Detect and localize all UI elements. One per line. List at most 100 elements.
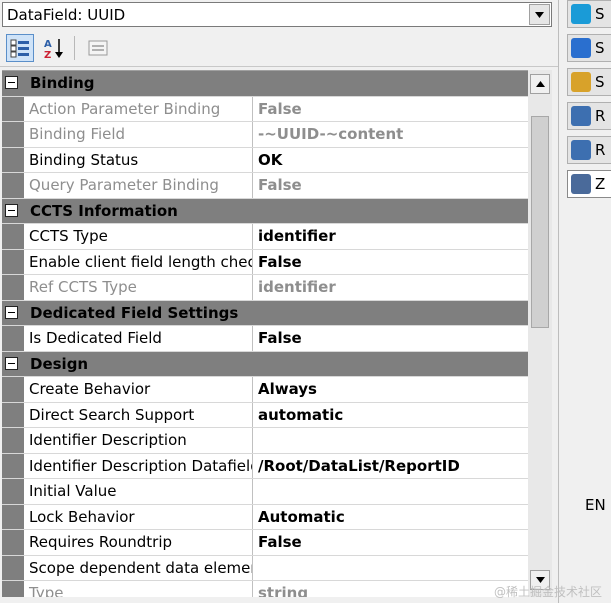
property-row[interactable]: Lock Behavior Automatic (2, 504, 528, 530)
property-grid: Binding Action Parameter Binding False Bind… (2, 70, 528, 597)
toolbar-separator (74, 36, 75, 60)
property-row[interactable]: Ref CCTS Type identifier (2, 275, 528, 301)
property-value[interactable]: OK (253, 148, 528, 173)
object-selector-value: DataField: UUID (7, 6, 126, 24)
property-value[interactable] (253, 428, 528, 453)
collapse-icon[interactable] (5, 76, 18, 89)
property-row[interactable]: Identifier Description Datafield/Root/Da… (2, 453, 528, 479)
property-row[interactable]: Scope dependent data element (2, 555, 528, 581)
property-name: Lock Behavior (24, 504, 253, 529)
property-row[interactable]: Enable client field length check False (2, 249, 528, 275)
dropdown-button[interactable] (529, 4, 550, 25)
vertical-scrollbar[interactable] (528, 70, 552, 596)
property-value[interactable]: Always (253, 377, 528, 402)
row-gutter (2, 530, 24, 555)
row-gutter (2, 581, 24, 597)
property-row[interactable]: Query Parameter Binding False (2, 173, 528, 199)
taskbar-button[interactable]: Z (567, 170, 611, 198)
property-pages-icon (88, 40, 108, 56)
property-name: Requires Roundtrip (24, 530, 253, 555)
property-row[interactable]: Initial Value (2, 479, 528, 505)
property-value[interactable]: Automatic (253, 505, 528, 530)
collapse-icon[interactable] (5, 356, 18, 370)
property-name: Binding Field (24, 122, 253, 147)
property-row[interactable]: Requires Roundtrip False (2, 530, 528, 556)
property-name: Is Dedicated Field (24, 326, 253, 351)
property-row[interactable]: Identifier Description (2, 428, 528, 454)
row-gutter (2, 377, 24, 402)
property-value[interactable]: string (253, 581, 528, 597)
folder-icon (571, 72, 591, 92)
category-label: CCTS Information (30, 201, 178, 220)
object-selector-combo[interactable]: DataField: UUID (2, 2, 552, 27)
category-row[interactable]: CCTS Information (2, 198, 528, 224)
category-label: Dedicated Field Settings (30, 303, 239, 322)
property-toolbar: A Z (0, 30, 558, 67)
property-value[interactable]: False (253, 173, 528, 198)
categorized-button[interactable] (6, 34, 34, 62)
property-name: Type (24, 581, 253, 597)
property-name: Initial Value (24, 479, 253, 504)
property-value[interactable]: False (253, 97, 528, 122)
taskbar-button[interactable]: R (567, 102, 611, 130)
alphabetical-icon: A Z (44, 39, 63, 59)
scroll-thumb[interactable] (531, 116, 549, 328)
category-row[interactable]: Design (2, 351, 528, 377)
property-row[interactable]: Action Parameter Binding False (2, 96, 528, 122)
taskbar-strip: EN SSSRRZ (558, 0, 611, 603)
property-value[interactable]: identifier (253, 275, 528, 300)
row-gutter (2, 173, 24, 198)
property-value[interactable]: identifier (253, 224, 528, 249)
row-gutter (2, 275, 24, 300)
scroll-up-button[interactable] (530, 74, 550, 94)
property-pages-button[interactable] (84, 34, 112, 62)
property-row[interactable]: Binding Status OK (2, 147, 528, 173)
property-value[interactable]: False (253, 250, 528, 275)
skype-icon (571, 4, 591, 24)
property-row[interactable]: CCTS Type identifier (2, 224, 528, 250)
ie-icon (571, 38, 591, 58)
alphabetical-button[interactable]: A Z (40, 34, 68, 62)
property-name: Action Parameter Binding (24, 96, 253, 121)
property-name: Enable client field length check (24, 249, 253, 274)
property-row[interactable]: Binding Field -~UUID-~content (2, 122, 528, 148)
svg-text:Z: Z (44, 50, 51, 59)
category-row[interactable]: Binding (2, 71, 528, 97)
watermark: @稀土掘金技术社区 (494, 585, 603, 599)
row-gutter (2, 122, 24, 147)
collapse-icon[interactable] (5, 203, 18, 217)
taskbar-label: R (595, 141, 606, 159)
row-gutter (2, 453, 24, 478)
property-value[interactable]: -~UUID-~content (253, 122, 528, 147)
taskbar-label: Z (595, 175, 606, 193)
property-row[interactable]: Is Dedicated Field False (2, 326, 528, 352)
category-row[interactable]: Dedicated Field Settings (2, 300, 528, 326)
property-value[interactable]: /Root/DataList/ReportID (253, 454, 528, 479)
taskbar-button[interactable]: S (567, 68, 611, 96)
row-gutter (2, 147, 24, 172)
row-gutter (2, 249, 24, 274)
row-gutter (2, 96, 24, 121)
property-name: CCTS Type (24, 224, 253, 249)
property-value[interactable]: False (253, 326, 528, 351)
property-value[interactable] (253, 556, 528, 581)
property-name: Identifier Description (24, 428, 253, 453)
row-gutter (2, 428, 24, 453)
property-value[interactable]: automatic (253, 403, 528, 428)
property-name: Ref CCTS Type (24, 275, 253, 300)
property-row[interactable]: Type string (2, 581, 528, 597)
property-row[interactable]: Direct Search Support automatic (2, 402, 528, 428)
taskbar-button[interactable]: S (567, 0, 611, 28)
property-row[interactable]: Create Behavior Always (2, 377, 528, 403)
property-value[interactable]: False (253, 530, 528, 555)
property-name: Query Parameter Binding (24, 173, 253, 198)
property-value[interactable] (253, 479, 528, 504)
category-label: Design (30, 354, 89, 373)
taskbar-button[interactable]: R (567, 136, 611, 164)
taskbar-button[interactable]: S (567, 34, 611, 62)
collapse-icon[interactable] (5, 305, 18, 319)
row-gutter (2, 224, 24, 249)
property-name: Scope dependent data element (24, 555, 253, 580)
arrow-up-icon (535, 81, 545, 87)
language-indicator[interactable]: EN (585, 496, 606, 514)
